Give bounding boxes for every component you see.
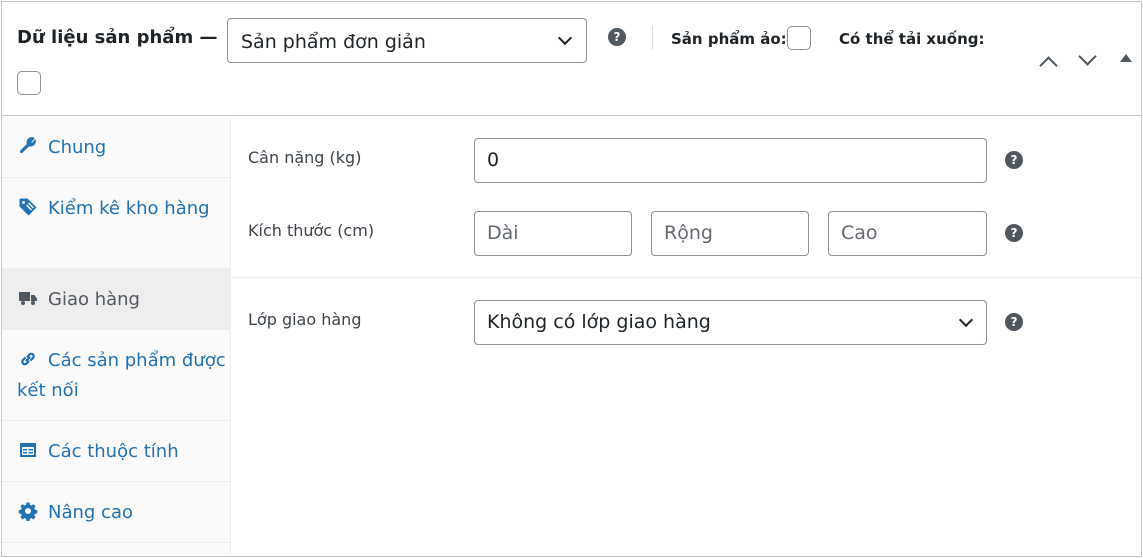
chevron-down-icon xyxy=(958,312,974,328)
tab-attributes-label: Các thuộc tính xyxy=(48,441,179,462)
width-input[interactable]: Rộng xyxy=(651,211,809,256)
shipping-class-label: Lớp giao hàng xyxy=(248,310,362,329)
product-data-title: Dữ liệu sản phẩm — xyxy=(17,27,218,48)
tab-general[interactable]: Chung xyxy=(2,133,230,178)
tag-icon xyxy=(19,198,37,216)
tab-advanced[interactable]: Nâng cao xyxy=(2,498,230,543)
table-icon xyxy=(20,443,36,457)
help-icon[interactable]: ? xyxy=(1005,224,1023,242)
link-icon xyxy=(21,352,35,366)
product-data-header: Dữ liệu sản phẩm — Sản phẩm đơn giản ? S… xyxy=(2,2,1141,116)
gear-icon xyxy=(18,502,38,521)
collapse-toggle-icon[interactable] xyxy=(1120,54,1132,62)
downloadable-checkbox[interactable] xyxy=(17,71,41,95)
height-input[interactable]: Cao xyxy=(828,211,987,256)
virtual-label: Sản phẩm ảo: xyxy=(671,30,787,48)
section-divider xyxy=(231,277,1141,278)
help-icon[interactable]: ? xyxy=(1005,151,1023,169)
length-input[interactable]: Dài xyxy=(474,211,632,256)
weight-label: Cân nặng (kg) xyxy=(248,148,362,167)
product-data-tabs: Chung Kiểm kê kho hàng Giao hàng Các sản… xyxy=(2,117,231,556)
tab-attributes[interactable]: Các thuộc tính xyxy=(2,437,230,482)
product-type-select[interactable]: Sản phẩm đơn giản xyxy=(227,18,587,63)
downloadable-label: Có thể tải xuống: xyxy=(839,30,985,48)
shipping-class-select[interactable]: Không có lớp giao hàng xyxy=(474,300,987,345)
product-data-panel: Dữ liệu sản phẩm — Sản phẩm đơn giản ? S… xyxy=(1,1,1142,557)
help-icon[interactable]: ? xyxy=(608,28,626,46)
help-icon[interactable]: ? xyxy=(1005,313,1023,331)
virtual-checkbox[interactable] xyxy=(787,26,811,50)
tab-general-label: Chung xyxy=(48,137,107,158)
weight-input[interactable]: 0 xyxy=(474,138,987,183)
tab-inventory[interactable]: Kiểm kê kho hàng xyxy=(2,194,230,269)
chevron-down-icon xyxy=(557,30,573,46)
tab-advanced-label: Nâng cao xyxy=(48,502,133,523)
product-type-value: Sản phẩm đơn giản xyxy=(241,31,426,53)
truck-icon xyxy=(19,292,37,305)
tab-shipping-label: Giao hàng xyxy=(48,289,140,310)
move-up-icon[interactable] xyxy=(1038,55,1058,69)
move-down-icon[interactable] xyxy=(1077,50,1097,64)
shipping-class-value: Không có lớp giao hàng xyxy=(487,311,711,333)
tab-shipping[interactable]: Giao hàng xyxy=(2,269,230,330)
tab-inventory-label: Kiểm kê kho hàng xyxy=(48,198,210,219)
tab-linked-products[interactable]: Các sản phẩm được kết nối xyxy=(2,346,230,421)
tab-linked-products-label: Các sản phẩm được kết nối xyxy=(17,350,226,401)
shipping-panel: Cân nặng (kg) 0 ? Kích thước (cm) Dài Rộ… xyxy=(231,117,1141,556)
header-divider xyxy=(652,26,653,50)
wrench-icon xyxy=(19,137,36,154)
dimensions-label: Kích thước (cm) xyxy=(248,221,375,240)
